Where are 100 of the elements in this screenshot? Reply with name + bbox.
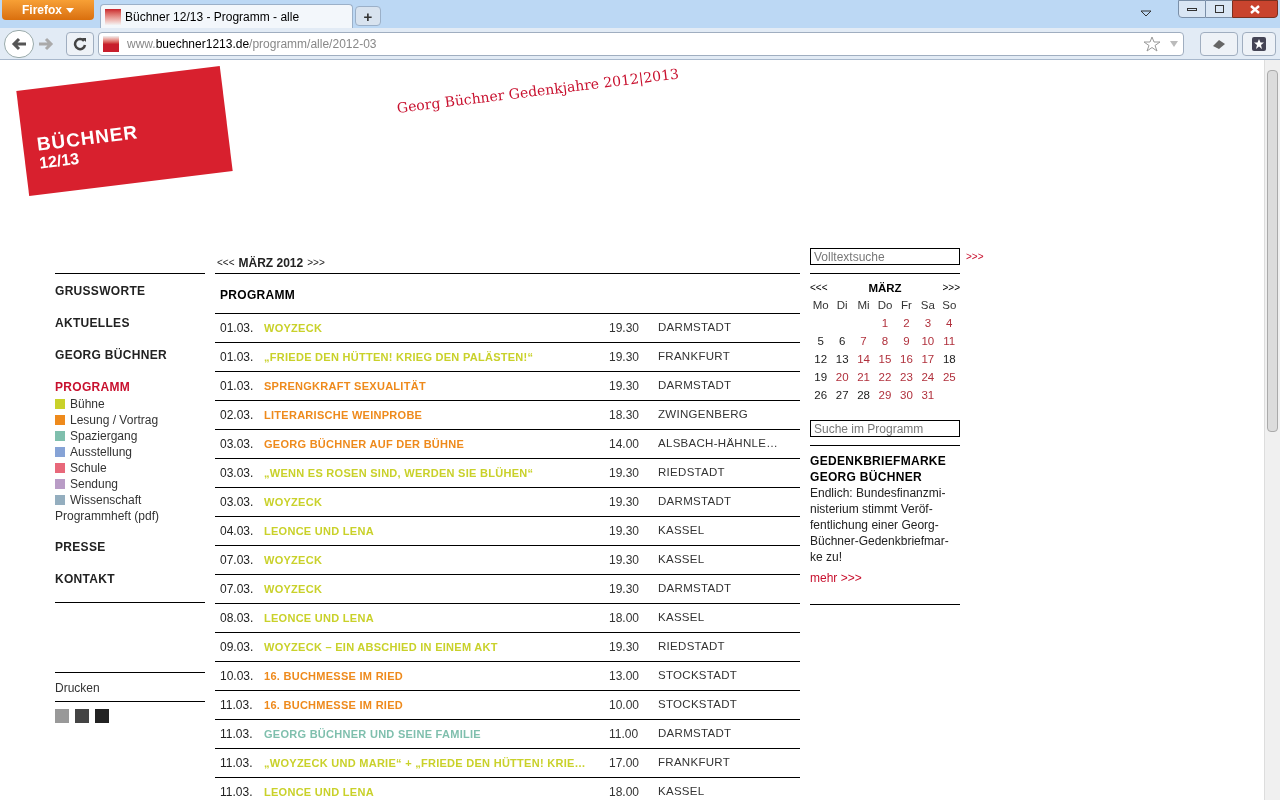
calendar-day-link[interactable]: 9 (895, 332, 918, 350)
event-city: KASSEL (658, 784, 705, 800)
search-go-link[interactable]: >>> (966, 249, 984, 264)
program-search-field[interactable]: Suche im Programm (810, 420, 960, 437)
calendar-day-link[interactable]: 30 (895, 386, 918, 404)
nav-link[interactable]: PRESSE (55, 538, 205, 556)
weekday-label: Do (876, 298, 894, 313)
calendar-day-link[interactable]: 1 (874, 314, 896, 332)
calendar-day-link[interactable]: 4 (938, 314, 960, 332)
calendar-day: 18 (938, 350, 960, 368)
logo[interactable]: BÜCHNER 12/13 (16, 65, 233, 197)
event-date: 01.03. (219, 349, 255, 366)
weekday-label: Mo (811, 298, 830, 313)
calendar-day-link[interactable]: 11 (938, 332, 960, 350)
event-city: ALSBACH-HÄHNLE… (658, 436, 778, 452)
event-city: RIEDSTADT (658, 639, 725, 655)
new-tab-button[interactable]: + (355, 6, 381, 26)
close-button[interactable] (1232, 0, 1278, 18)
event-city: FRANKFURT (658, 349, 730, 365)
event-time: 19.30 (609, 552, 641, 569)
nav-link[interactable]: KONTAKT (55, 570, 205, 588)
category-link[interactable]: Wissenschaft (70, 492, 142, 508)
calendar-day-link[interactable]: 21 (852, 368, 875, 386)
event-time: 18.00 (609, 610, 641, 627)
previous-month-link[interactable]: <<< (810, 280, 828, 296)
calendar-day-link[interactable]: 24 (917, 368, 939, 386)
event-date: 08.03. (219, 610, 255, 627)
event-city: FRANKFURT (658, 755, 730, 771)
event-date: 10.03. (219, 668, 255, 685)
calendar-day: 5 (810, 332, 832, 350)
event-date: 09.03. (219, 639, 255, 656)
event-date: 07.03. (219, 552, 255, 569)
news-text: fentlichung einer Georg- (810, 517, 940, 533)
reload-button[interactable] (66, 31, 94, 56)
event-date: 03.03. (219, 436, 255, 453)
event-date: 03.03. (219, 494, 255, 511)
category-link[interactable]: Sendung (70, 476, 119, 492)
pdf-link[interactable]: Programmheft (pdf) (55, 508, 205, 524)
calendar-day-link[interactable]: 10 (917, 332, 939, 350)
nav-link[interactable]: GEORG BÜCHNER (55, 346, 205, 364)
restore-button[interactable] (1206, 0, 1232, 18)
event-time: 19.30 (609, 581, 641, 598)
tab-list-icon[interactable] (1140, 10, 1152, 18)
minimize-button[interactable] (1178, 0, 1206, 18)
calendar-day-link[interactable]: 31 (917, 386, 939, 404)
print-link[interactable]: Drucken (55, 681, 100, 695)
addon-button[interactable] (1200, 31, 1238, 56)
event-city: STOCKSTADT (658, 668, 738, 684)
calendar-day-link[interactable]: 23 (895, 368, 918, 386)
event-date: 11.03. (219, 726, 254, 743)
scrollbar[interactable] (1264, 60, 1280, 800)
event-date: 03.03. (219, 465, 255, 482)
nav-link[interactable]: GRUSSWORTE (55, 282, 205, 300)
event-date: 04.03. (219, 523, 255, 540)
calendar-day-link[interactable]: 7 (852, 332, 875, 350)
browser-tab[interactable]: Büchner 12/13 - Programm - alle (100, 4, 353, 28)
weekday-label: Mi (856, 298, 871, 313)
category-link[interactable]: Schule (70, 460, 107, 476)
event-city: KASSEL (658, 523, 705, 539)
tab-title: Büchner 12/13 - Programm - alle (125, 8, 300, 26)
calendar-day-link[interactable]: 3 (917, 314, 939, 332)
calendar-day-link[interactable]: 2 (895, 314, 918, 332)
event-time: 18.30 (609, 407, 641, 424)
event-time: 18.00 (609, 784, 641, 800)
calendar-day-link[interactable]: 17 (917, 350, 939, 368)
calendar-day: 27 (831, 386, 853, 404)
event-time: 19.30 (609, 494, 641, 511)
event-time: 17.00 (609, 755, 641, 772)
fulltext-search-field[interactable]: Volltextsuche (810, 248, 960, 265)
next-month-link[interactable]: >>> (942, 280, 960, 296)
weekday-label: So (941, 298, 958, 313)
category-link[interactable]: Ausstellung (70, 444, 133, 460)
address-bar[interactable]: www.buechner1213.de/programm/alle/2012-03 (98, 31, 1184, 56)
caret-icon (66, 7, 74, 13)
event-city: KASSEL (658, 552, 705, 568)
calendar-day-link[interactable]: 22 (874, 368, 896, 386)
next-month-link[interactable]: >>> (307, 253, 325, 273)
event-time: 19.30 (609, 639, 641, 656)
nav-link[interactable]: PROGRAMM (55, 378, 205, 396)
event-time: 14.00 (609, 436, 641, 453)
calendar-day-link[interactable]: 16 (895, 350, 918, 368)
category-link[interactable]: Bühne (70, 396, 105, 412)
back-button[interactable] (4, 29, 34, 58)
calendar-day-link[interactable]: 14 (852, 350, 875, 368)
news-title: GEDENKBRIEFMARKE (810, 453, 948, 469)
category-link[interactable]: Spaziergang (70, 428, 138, 444)
calendar-day-link[interactable]: 15 (874, 350, 896, 368)
calendar-day-link[interactable]: 8 (874, 332, 896, 350)
calendar-day-link[interactable]: 29 (874, 386, 896, 404)
calendar-day: 26 (810, 386, 832, 404)
bookmark-star-icon[interactable] (1143, 35, 1161, 52)
event-time: 19.30 (609, 465, 641, 482)
category-link[interactable]: Lesung / Vortrag (70, 412, 159, 428)
bookmarks-button[interactable] (1242, 31, 1276, 56)
calendar-day-link[interactable]: 25 (938, 368, 960, 386)
site-favicon-icon (103, 35, 119, 52)
nav-link[interactable]: AKTUELLES (55, 314, 205, 332)
previous-month-link[interactable]: <<< (217, 253, 235, 273)
calendar-day-link[interactable]: 20 (831, 368, 853, 386)
more-link[interactable]: mehr >>> (810, 571, 862, 585)
